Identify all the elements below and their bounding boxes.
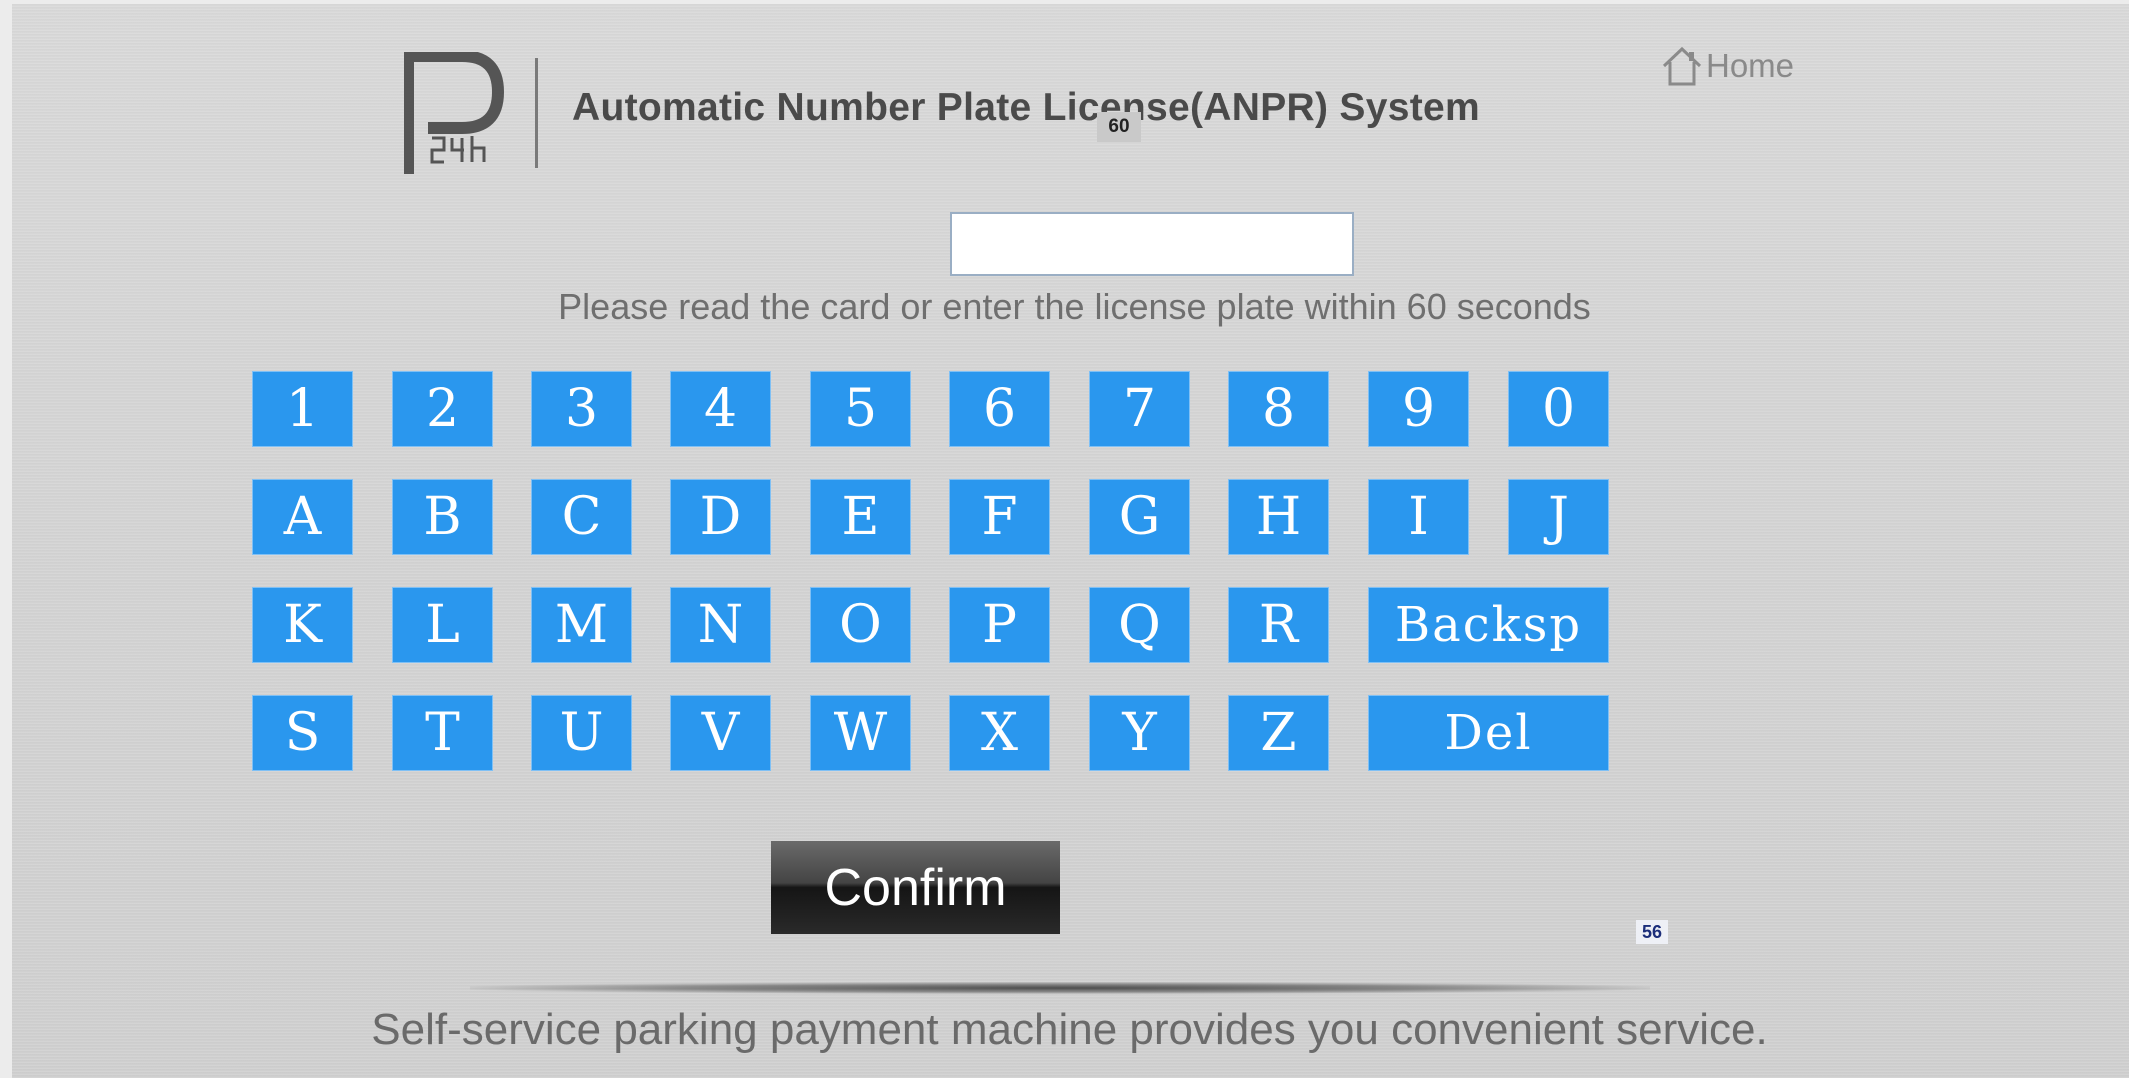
key-v[interactable]: V (670, 695, 771, 771)
key-3[interactable]: 3 (531, 371, 632, 447)
license-plate-input[interactable] (950, 212, 1354, 276)
key-c[interactable]: C (531, 479, 632, 555)
key-o[interactable]: O (810, 587, 911, 663)
key-j[interactable]: J (1508, 479, 1609, 555)
confirm-button[interactable]: Confirm (771, 841, 1060, 934)
key-7[interactable]: 7 (1089, 371, 1190, 447)
key-6[interactable]: 6 (949, 371, 1050, 447)
key-m[interactable]: M (531, 587, 632, 663)
timer-badge: 60 (1097, 112, 1141, 142)
key-1[interactable]: 1 (252, 371, 353, 447)
key-x[interactable]: X (949, 695, 1050, 771)
footer-text: Self-service parking payment machine pro… (371, 1005, 1768, 1054)
key-a[interactable]: A (252, 479, 353, 555)
key-8[interactable]: 8 (1228, 371, 1329, 447)
key-t[interactable]: T (392, 695, 493, 771)
key-backsp-button[interactable]: Backsp (1368, 587, 1609, 663)
key-del-button[interactable]: Del (1368, 695, 1609, 771)
key-h[interactable]: H (1228, 479, 1329, 555)
key-0[interactable]: 0 (1508, 371, 1609, 447)
key-y[interactable]: Y (1089, 695, 1190, 771)
instruction-text: Please read the card or enter the licens… (558, 286, 1591, 327)
home-label: Home (1706, 47, 1795, 84)
key-r[interactable]: R (1228, 587, 1329, 663)
key-f[interactable]: F (949, 479, 1050, 555)
p24h-logo (404, 52, 504, 174)
key-p[interactable]: P (949, 587, 1050, 663)
key-u[interactable]: U (531, 695, 632, 771)
logo-divider (535, 58, 538, 168)
key-q[interactable]: Q (1089, 587, 1190, 663)
key-d[interactable]: D (670, 479, 771, 555)
key-k[interactable]: K (252, 587, 353, 663)
key-e[interactable]: E (810, 479, 911, 555)
home-icon (1662, 46, 1702, 86)
key-2[interactable]: 2 (392, 371, 493, 447)
key-l[interactable]: L (392, 587, 493, 663)
counter-badge: 56 (1636, 920, 1668, 944)
home-button[interactable]: Home (1660, 44, 1794, 88)
footer-divider (470, 982, 1650, 994)
key-z[interactable]: Z (1228, 695, 1329, 771)
key-w[interactable]: W (810, 695, 911, 771)
key-9[interactable]: 9 (1368, 371, 1469, 447)
key-i[interactable]: I (1368, 479, 1469, 555)
page-title: Automatic Number Plate License(ANPR) Sys… (572, 86, 1480, 129)
key-5[interactable]: 5 (810, 371, 911, 447)
key-g[interactable]: G (1089, 479, 1190, 555)
key-b[interactable]: B (392, 479, 493, 555)
key-s[interactable]: S (252, 695, 353, 771)
key-n[interactable]: N (670, 587, 771, 663)
key-4[interactable]: 4 (670, 371, 771, 447)
